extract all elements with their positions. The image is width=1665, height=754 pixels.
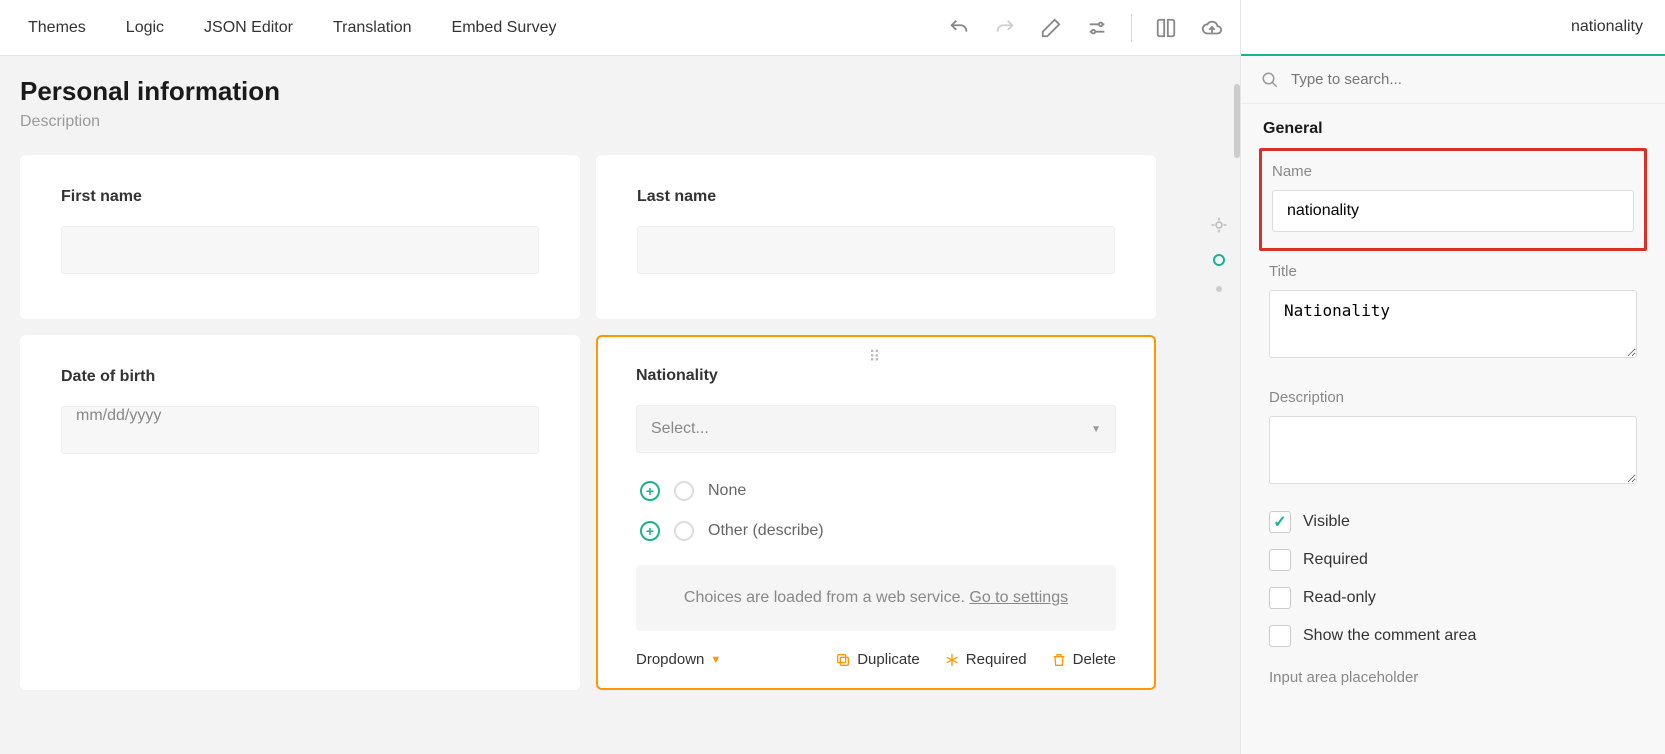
question-nationality[interactable]: Nationality Select... ▼ + None + Other (… (596, 335, 1156, 690)
required-button[interactable]: Required (944, 651, 1027, 668)
question-type-selector[interactable]: Dropdown ▼ (636, 651, 721, 668)
delete-label: Delete (1073, 651, 1116, 668)
checkbox-visible-row: Visible (1259, 503, 1647, 541)
go-to-settings-link[interactable]: Go to settings (969, 589, 1068, 606)
question-label: Last name (637, 188, 1115, 206)
field-description-label: Description (1269, 389, 1637, 406)
page-dot[interactable] (1216, 286, 1222, 292)
page-title[interactable]: Personal information (20, 76, 1220, 107)
section-general-title[interactable]: General (1241, 104, 1665, 148)
question-label: Nationality (636, 367, 1116, 385)
search-input[interactable] (1291, 71, 1645, 88)
toolbar-separator (1131, 14, 1132, 42)
checkbox-required-label: Required (1303, 551, 1368, 569)
checkbox-visible[interactable] (1269, 511, 1291, 533)
tab-embed-survey[interactable]: Embed Survey (432, 1, 577, 55)
properties-panel: nationality General Name Title Descripti… (1240, 0, 1665, 754)
choice-row-other: + Other (describe) (636, 511, 1116, 551)
question-type-label: Dropdown (636, 651, 704, 668)
panel-search (1241, 56, 1665, 104)
panel-header-title: nationality (1571, 18, 1643, 36)
page-dot-active[interactable] (1213, 254, 1225, 266)
delete-button[interactable]: Delete (1051, 651, 1116, 668)
tab-translation[interactable]: Translation (313, 1, 432, 55)
date-input[interactable]: mm/dd/yyyy (61, 406, 539, 454)
checkbox-readonly-row: Read-only (1259, 579, 1647, 617)
question-label: First name (61, 188, 539, 206)
field-description-group: Description (1259, 377, 1647, 503)
question-last-name[interactable]: Last name (596, 155, 1156, 319)
field-name-label: Name (1272, 163, 1634, 180)
undo-icon[interactable] (947, 16, 971, 40)
choice-label[interactable]: None (708, 482, 746, 500)
question-label: Date of birth (61, 368, 539, 386)
info-text: Choices are loaded from a web service. (684, 589, 969, 606)
question-date-of-birth[interactable]: Date of birth mm/dd/yyyy (20, 335, 580, 690)
caret-down-icon: ▼ (710, 654, 721, 666)
checkbox-comment-label: Show the comment area (1303, 627, 1476, 645)
locate-icon[interactable] (1210, 216, 1228, 234)
top-toolbar: Themes Logic JSON Editor Translation Emb… (0, 0, 1240, 56)
question-first-name[interactable]: First name (20, 155, 580, 319)
field-title-label: Title (1269, 263, 1637, 280)
tab-logic[interactable]: Logic (106, 1, 184, 55)
cloud-upload-icon[interactable] (1200, 16, 1224, 40)
duplicate-button[interactable]: Duplicate (835, 651, 920, 668)
tab-json-editor[interactable]: JSON Editor (184, 1, 313, 55)
radio-icon[interactable] (674, 481, 694, 501)
radio-icon[interactable] (674, 521, 694, 541)
eraser-icon[interactable] (1039, 16, 1063, 40)
text-input[interactable] (637, 226, 1115, 274)
field-title-input[interactable] (1269, 290, 1637, 358)
choices-info-box: Choices are loaded from a web service. G… (636, 565, 1116, 631)
choice-row-none: + None (636, 471, 1116, 511)
checkbox-comment[interactable] (1269, 625, 1291, 647)
required-label: Required (966, 651, 1027, 668)
scrollbar-indicator (1234, 84, 1240, 158)
redo-icon[interactable] (993, 16, 1017, 40)
field-placeholder-label: Input area placeholder (1259, 655, 1647, 686)
checkbox-required-row: Required (1259, 541, 1647, 579)
page-nav-dots (1210, 216, 1228, 292)
dropdown-placeholder: Select... (651, 420, 709, 438)
add-choice-icon[interactable]: + (640, 521, 660, 541)
design-canvas[interactable]: Personal information Description First n… (0, 56, 1240, 754)
field-title-group: Title (1259, 251, 1647, 377)
checkbox-visible-label: Visible (1303, 513, 1350, 531)
page-description[interactable]: Description (20, 113, 1220, 131)
choice-label[interactable]: Other (describe) (708, 522, 824, 540)
drag-handle-icon[interactable] (869, 347, 884, 367)
checkbox-readonly[interactable] (1269, 587, 1291, 609)
checkbox-required[interactable] (1269, 549, 1291, 571)
search-icon (1261, 71, 1279, 89)
field-description-input[interactable] (1269, 416, 1637, 484)
caret-down-icon: ▼ (1091, 424, 1101, 435)
duplicate-label: Duplicate (857, 651, 920, 668)
checkbox-readonly-label: Read-only (1303, 589, 1376, 607)
settings-sliders-icon[interactable] (1085, 16, 1109, 40)
panel-header: nationality (1241, 0, 1665, 56)
dropdown-preview[interactable]: Select... ▼ (636, 405, 1116, 453)
text-input[interactable] (61, 226, 539, 274)
add-choice-icon[interactable]: + (640, 481, 660, 501)
field-name-input[interactable] (1272, 190, 1634, 232)
field-name-group: Name (1259, 148, 1647, 251)
checkbox-comment-row: Show the comment area (1259, 617, 1647, 655)
tab-themes[interactable]: Themes (8, 1, 106, 55)
book-icon[interactable] (1154, 16, 1178, 40)
